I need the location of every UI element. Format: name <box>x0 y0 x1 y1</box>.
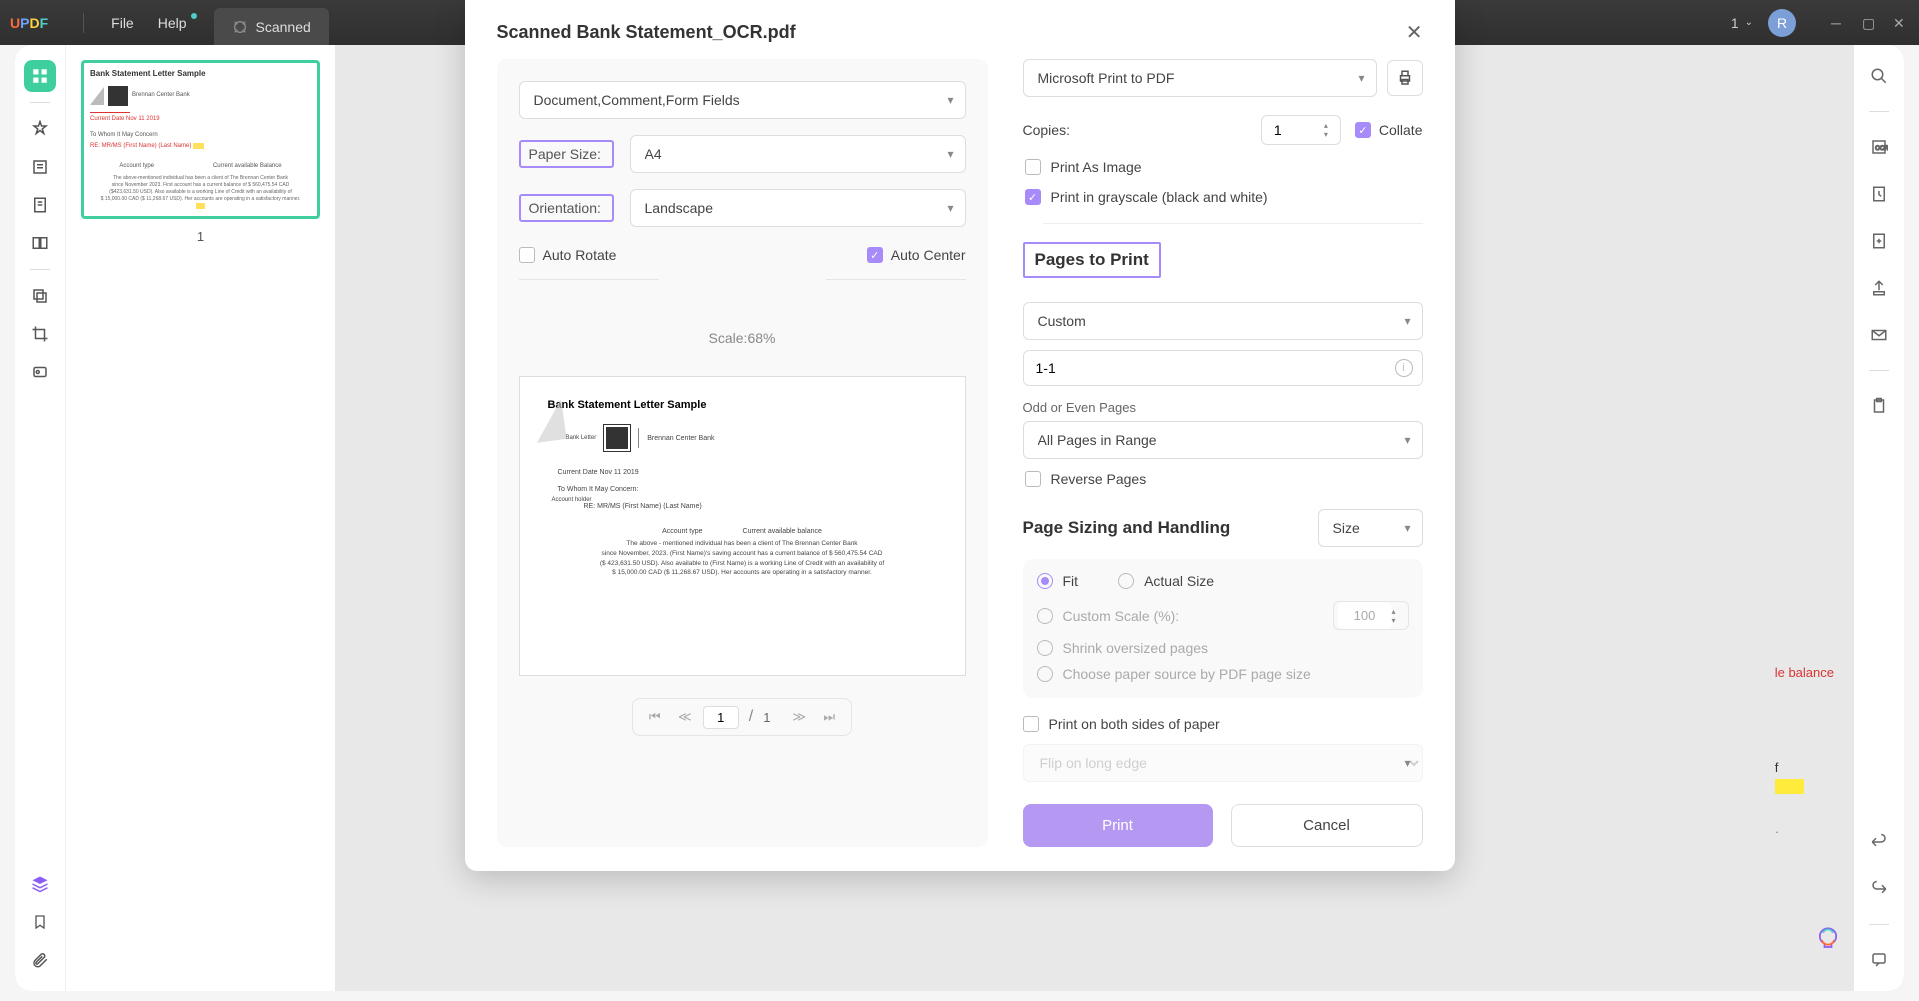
shrink-radio[interactable]: Shrink oversized pages <box>1037 640 1409 656</box>
copies-up[interactable]: ▴ <box>1324 121 1336 130</box>
cancel-button[interactable]: Cancel <box>1231 804 1423 847</box>
pager-prev-button[interactable]: ≪ <box>673 705 697 729</box>
page-range-mode-select[interactable]: Custom <box>1023 302 1423 340</box>
paper-size-label: Paper Size: <box>519 140 614 168</box>
bank-logo-icon <box>604 425 630 451</box>
sizing-title: Page Sizing and Handling <box>1023 518 1231 538</box>
orientation-select[interactable]: Landscape <box>630 189 966 227</box>
preview-pager: ⏮ ≪ / 1 ≫ ⏭ <box>632 698 852 736</box>
range-info-icon[interactable]: i <box>1395 359 1413 377</box>
flip-select[interactable]: Flip on long edge <box>1023 744 1423 782</box>
custom-scale-input[interactable] <box>1338 602 1392 629</box>
reverse-pages-checkbox[interactable]: Reverse Pages <box>1023 471 1423 487</box>
printer-properties-button[interactable] <box>1387 60 1423 96</box>
print-as-image-checkbox[interactable]: Print As Image <box>1023 159 1423 175</box>
print-options-panel: Microsoft Print to PDF Copies: ▴▾ ✓Colla… <box>1023 59 1423 847</box>
orientation-label: Orientation: <box>519 194 614 222</box>
print-button[interactable]: Print <box>1023 804 1213 847</box>
pager-last-button[interactable]: ⏭ <box>817 705 841 729</box>
dialog-title: Scanned Bank Statement_OCR.pdf <box>497 22 796 43</box>
close-dialog-button[interactable]: ✕ <box>1406 20 1423 45</box>
pager-first-button[interactable]: ⏮ <box>643 705 667 729</box>
custom-scale-radio[interactable]: Custom Scale (%): <box>1037 608 1180 624</box>
printer-icon <box>1396 69 1414 87</box>
odd-even-label: Odd or Even Pages <box>1023 400 1423 415</box>
scale-text: Scale:68% <box>519 330 966 346</box>
pager-page-input[interactable] <box>703 706 739 729</box>
print-dialog: Scanned Bank Statement_OCR.pdf ✕ Documen… <box>465 0 1455 871</box>
print-dialog-overlay: Scanned Bank Statement_OCR.pdf ✕ Documen… <box>0 0 1919 1001</box>
grayscale-checkbox[interactable]: ✓Print in grayscale (black and white) <box>1023 189 1423 205</box>
copies-input[interactable] <box>1266 116 1324 144</box>
pages-to-print-title: Pages to Print <box>1023 242 1161 278</box>
sizing-mode-select[interactable]: Size <box>1318 509 1423 547</box>
content-select[interactable]: Document,Comment,Form Fields <box>519 81 966 119</box>
copies-down[interactable]: ▾ <box>1324 130 1336 139</box>
auto-rotate-checkbox[interactable]: Auto Rotate <box>519 247 617 263</box>
copies-label: Copies: <box>1023 122 1070 138</box>
decorative-triangle <box>531 399 566 443</box>
pager-total: 1 <box>763 710 781 725</box>
fit-radio[interactable]: Fit <box>1037 573 1079 589</box>
choose-source-radio[interactable]: Choose paper source by PDF page size <box>1037 666 1409 682</box>
print-preview: Bank Statement Letter Sample Bank Letter… <box>519 376 966 676</box>
collate-checkbox[interactable]: ✓Collate <box>1355 122 1423 138</box>
sizing-radio-group: Fit Actual Size Custom Scale (%): ▴▾ Shr… <box>1023 559 1423 698</box>
printer-select[interactable]: Microsoft Print to PDF <box>1023 59 1377 97</box>
print-preview-panel: Document,Comment,Form Fields Paper Size:… <box>497 59 988 847</box>
pager-next-button[interactable]: ≫ <box>787 705 811 729</box>
paper-size-select[interactable]: A4 <box>630 135 966 173</box>
actual-size-radio[interactable]: Actual Size <box>1118 573 1214 589</box>
duplex-checkbox[interactable]: Print on both sides of paper <box>1023 716 1423 732</box>
page-range-input[interactable] <box>1023 350 1423 386</box>
odd-even-select[interactable]: All Pages in Range <box>1023 421 1423 459</box>
auto-center-checkbox[interactable]: ✓Auto Center <box>867 247 966 263</box>
